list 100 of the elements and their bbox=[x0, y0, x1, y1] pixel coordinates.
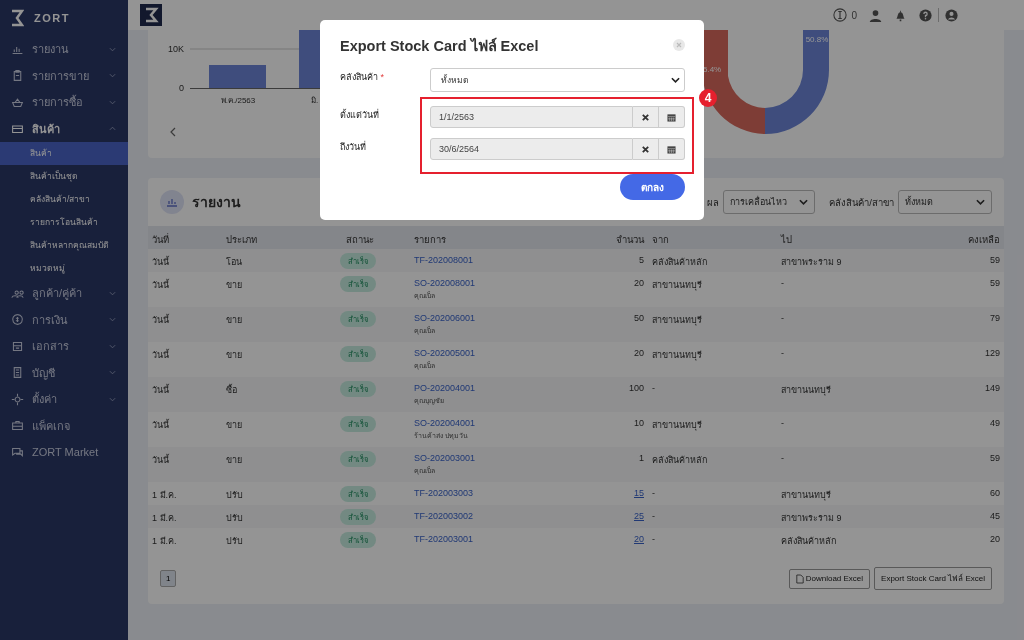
table-cell-text: ปรับ bbox=[226, 512, 244, 525]
column-header: รายการ bbox=[414, 233, 447, 247]
document-link[interactable]: SO-202008001 bbox=[414, 278, 476, 288]
chevron-icon bbox=[109, 73, 116, 79]
menu-icon bbox=[11, 313, 24, 327]
sidebar-item[interactable]: รายงาน bbox=[0, 36, 128, 63]
warehouse-select[interactable]: ทั้งหมด bbox=[430, 68, 685, 92]
chevron-icon bbox=[109, 343, 116, 349]
document-link[interactable]: SO-202003001 bbox=[414, 453, 476, 463]
account-icon[interactable] bbox=[945, 8, 958, 22]
sidebar-item[interactable]: รายการซื้อ bbox=[0, 89, 128, 116]
export-button[interactable]: Export Stock Card ไฟล์ Excel bbox=[874, 567, 992, 590]
table-cell-text: วันนี้ bbox=[152, 313, 170, 327]
sidebar-item[interactable]: ลูกค้า/คู่ค้า bbox=[0, 280, 128, 307]
ok-button[interactable]: ตกลง bbox=[620, 174, 685, 200]
user-icon[interactable] bbox=[869, 8, 882, 22]
document-link[interactable]: TF-202008001 bbox=[414, 255, 474, 265]
document-link[interactable]: PO-202004001 bbox=[414, 383, 476, 393]
document-link[interactable]: SO-202006001 bbox=[414, 313, 476, 323]
table-cell-text: วันนี้ bbox=[152, 453, 170, 467]
close-icon bbox=[641, 144, 650, 154]
table-cell-text: 59 bbox=[989, 452, 1000, 463]
bell-icon[interactable] bbox=[894, 8, 907, 22]
table-cell-text: 79 bbox=[989, 312, 1000, 323]
table-cell-text: โอน bbox=[226, 256, 243, 269]
sidebar-subitem[interactable]: สินค้าหลากคุณสมบัติ bbox=[0, 234, 128, 257]
table-cell-text: 49 bbox=[989, 417, 1000, 428]
sidebar-item[interactable]: บัญชี bbox=[0, 359, 128, 386]
menu-icon bbox=[11, 419, 24, 433]
sidebar-item[interactable]: ZORT Market bbox=[0, 439, 128, 466]
calendar-button[interactable] bbox=[659, 106, 685, 128]
table-cell-text: - bbox=[651, 382, 656, 393]
table-cell-text: วันนี้ bbox=[152, 348, 170, 362]
date-field[interactable]: 30/6/2564 bbox=[430, 138, 633, 160]
menu-icon bbox=[11, 339, 24, 353]
date-field[interactable]: 1/1/2563 bbox=[430, 106, 633, 128]
table-cell-text: สาขานนทบุรี bbox=[781, 489, 832, 502]
sidebar-subitem[interactable]: รายการโอนสินค้า bbox=[0, 211, 128, 234]
clear-button[interactable] bbox=[633, 106, 659, 128]
table-cell-text: ปรับ bbox=[226, 535, 244, 548]
table-cell-text: 60 bbox=[989, 487, 1000, 498]
sidebar-subitem[interactable]: หมวดหมู่ bbox=[0, 257, 128, 280]
filter-select[interactable]: การเคลื่อนไหว bbox=[723, 190, 816, 214]
clear-button[interactable] bbox=[633, 138, 659, 160]
coin-icon[interactable] bbox=[833, 8, 848, 22]
table-cell-text: ซื้อ bbox=[226, 383, 238, 397]
table-cell-text: 1 มี.ค. bbox=[152, 512, 178, 525]
sidebar-item[interactable]: สินค้า bbox=[0, 115, 128, 142]
sidebar-item[interactable]: รายการขาย bbox=[0, 62, 128, 89]
chart-bar bbox=[209, 65, 266, 88]
menu-icon bbox=[11, 366, 24, 380]
document-link[interactable]: SO-202004001 bbox=[414, 418, 476, 428]
filter-select[interactable]: ทั้งหมด bbox=[898, 190, 992, 214]
table-cell-text: สาขาพระราม 9 bbox=[781, 512, 843, 525]
column-header: สถานะ bbox=[345, 233, 375, 247]
table-cell-text: 129 bbox=[983, 347, 1000, 358]
download-excel-button[interactable]: Download Excel bbox=[788, 568, 871, 589]
logo-icon[interactable] bbox=[140, 4, 162, 26]
table-cell-text: คลังสินค้าหลัก bbox=[781, 535, 837, 548]
sidebar-subitem[interactable]: สินค้า bbox=[0, 142, 128, 165]
axis-label: 0 bbox=[179, 83, 184, 93]
column-header: คงเหลือ bbox=[967, 233, 1000, 247]
document-link[interactable]: SO-202005001 bbox=[414, 348, 476, 358]
sidebar-item[interactable]: การเงิน bbox=[0, 306, 128, 333]
column-header: ประเภท bbox=[226, 233, 258, 247]
table-cell: 20 bbox=[634, 348, 644, 358]
quantity-link[interactable]: 20 bbox=[634, 534, 644, 544]
field-label: ถึงวันที่ bbox=[340, 140, 367, 154]
table-cell-text: สาขานนทบุรี bbox=[651, 349, 703, 362]
donut-label: 50.8% bbox=[805, 35, 829, 44]
sidebar-item[interactable]: ตั้งค่า bbox=[0, 386, 128, 413]
caret-icon bbox=[976, 199, 985, 205]
chevron-icon bbox=[109, 370, 116, 376]
chevron-icon bbox=[109, 317, 116, 323]
coin-count: 0 bbox=[851, 9, 857, 21]
quantity-link[interactable]: 25 bbox=[634, 511, 644, 521]
sidebar-item[interactable]: เอกสาร bbox=[0, 333, 128, 360]
table-cell-text: สาขานนทบุรี bbox=[651, 279, 703, 292]
help-icon[interactable] bbox=[919, 8, 932, 22]
table-cell-text: ขาย bbox=[226, 419, 243, 432]
page-button[interactable]: 1 bbox=[160, 570, 177, 587]
document-link[interactable]: TF-202003003 bbox=[414, 488, 474, 498]
document-link[interactable]: TF-202003001 bbox=[414, 534, 474, 544]
table-cell-text: ขาย bbox=[226, 314, 243, 327]
calendar-button[interactable] bbox=[659, 138, 685, 160]
sidebar-item[interactable]: แพ็คเกจ bbox=[0, 412, 128, 439]
table-cell-text: - bbox=[781, 417, 785, 428]
table-cell-text: สาขานนทบุรี bbox=[651, 419, 703, 432]
table-cell-text: - bbox=[651, 510, 656, 521]
table-cell-text: วันนี้ bbox=[152, 255, 170, 269]
quantity-link[interactable]: 15 bbox=[634, 488, 644, 498]
sidebar-subitem[interactable]: สินค้าเป็นชุด bbox=[0, 165, 128, 188]
sidebar-subitem[interactable]: คลังสินค้า/สาขา bbox=[0, 188, 128, 211]
column-header: จาก bbox=[651, 233, 670, 247]
table-cell-text: คลังสินค้าหลัก bbox=[651, 454, 708, 467]
document-link[interactable]: TF-202003002 bbox=[414, 511, 474, 521]
calendar-icon bbox=[667, 112, 676, 122]
table-cell-text: 59 bbox=[989, 277, 1000, 288]
table-cell-text: วันนี้ bbox=[152, 278, 170, 292]
donut-label: 5.4% bbox=[703, 65, 722, 74]
